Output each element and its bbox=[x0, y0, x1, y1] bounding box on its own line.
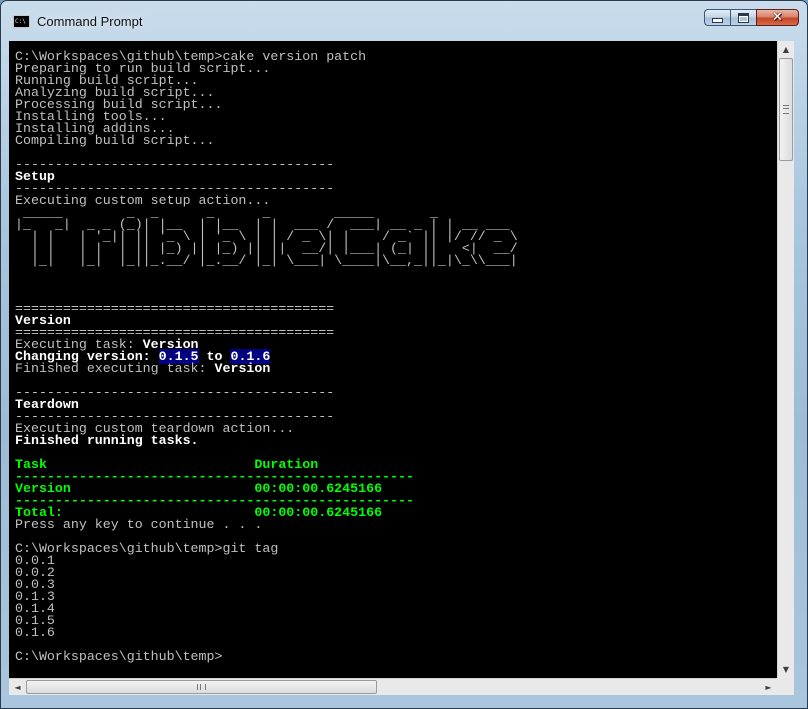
horizontal-scroll-thumb[interactable] bbox=[26, 680, 377, 694]
command-prompt-icon[interactable]: C:\ bbox=[13, 15, 30, 28]
close-button[interactable]: ✕ bbox=[756, 9, 799, 26]
command-prompt-window: C:\ Command Prompt ✕ C:\Workspaces\githu… bbox=[0, 0, 808, 709]
maximize-icon bbox=[731, 10, 756, 25]
console-line: 0.1.4 bbox=[15, 601, 55, 616]
console-line: 0.1.3 bbox=[15, 589, 55, 604]
horizontal-scrollbar[interactable]: ◄ ► bbox=[9, 678, 777, 695]
maximize-button[interactable] bbox=[730, 9, 756, 26]
scrollbar-corner bbox=[777, 678, 794, 695]
console-line: ---------------------------------------- bbox=[15, 385, 335, 400]
minimize-button[interactable] bbox=[704, 9, 730, 26]
title-bar[interactable]: C:\ Command Prompt ✕ bbox=[1, 1, 807, 41]
scroll-right-arrow-icon[interactable]: ► bbox=[760, 679, 777, 695]
caption-buttons: ✕ bbox=[704, 9, 799, 28]
task-name: Version bbox=[214, 361, 271, 376]
console-line: ---------------------------------------- bbox=[15, 157, 335, 172]
close-icon: ✕ bbox=[772, 10, 783, 25]
console-lines: C:\Workspaces\github\temp>cake version p… bbox=[15, 50, 518, 664]
grip-icon bbox=[197, 684, 206, 690]
console-line: ======================================== bbox=[15, 301, 335, 316]
console-line: Compiling build script... bbox=[15, 133, 215, 148]
console-output[interactable]: C:\Workspaces\github\temp>cake version p… bbox=[9, 41, 777, 678]
scroll-left-arrow-icon[interactable]: ◄ bbox=[9, 679, 26, 695]
console-line: Finished executing task: Version bbox=[15, 361, 518, 376]
console-line: Finished running tasks. bbox=[15, 433, 199, 448]
console-line: Press any key to continue . . . bbox=[15, 517, 263, 532]
grip-icon bbox=[783, 105, 789, 114]
console-text: Finished executing task: bbox=[15, 361, 215, 376]
console-line: 0.1.6 bbox=[15, 625, 55, 640]
vertical-scroll-thumb[interactable] bbox=[779, 58, 793, 161]
minimize-icon bbox=[705, 10, 730, 25]
console-line: 0.0.2 bbox=[15, 565, 55, 580]
scroll-down-arrow-icon[interactable]: ▼ bbox=[778, 661, 794, 678]
console-line: 0.1.5 bbox=[15, 613, 55, 628]
window-title: Command Prompt bbox=[37, 14, 143, 29]
console-line: 0.0.1 bbox=[15, 553, 55, 568]
console-line: C:\Workspaces\github\temp>git tag bbox=[15, 541, 279, 556]
vertical-scrollbar[interactable]: ▲ ▼ bbox=[777, 41, 794, 678]
console-line: C:\Workspaces\github\temp> bbox=[15, 649, 223, 664]
scroll-up-arrow-icon[interactable]: ▲ bbox=[778, 41, 794, 58]
console-line: |_| |_| |_||_.__/ |_.__/ |_| \___| \____… bbox=[15, 253, 518, 268]
console-line: 0.0.3 bbox=[15, 577, 55, 592]
